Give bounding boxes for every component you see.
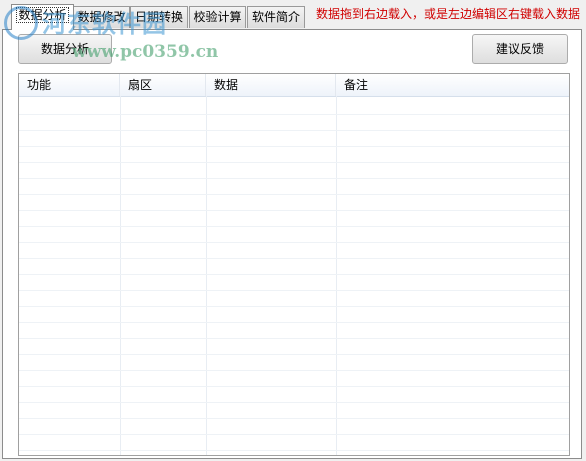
row-gridline bbox=[19, 386, 569, 387]
row-gridline bbox=[19, 322, 569, 323]
tab-data-modify[interactable]: 数据修改 bbox=[73, 6, 130, 28]
tab-checksum-calc[interactable]: 校验计算 bbox=[189, 6, 246, 28]
row-gridline bbox=[19, 418, 569, 419]
table-header: 功能 扇区 数据 备注 bbox=[19, 74, 569, 97]
row-gridline bbox=[19, 130, 569, 131]
tab-label: 校验计算 bbox=[193, 10, 242, 24]
column-header-data[interactable]: 数据 bbox=[206, 74, 336, 96]
row-gridline bbox=[19, 338, 569, 339]
column-header-sector[interactable]: 扇区 bbox=[120, 74, 206, 96]
row-gridline bbox=[19, 306, 569, 307]
row-gridline bbox=[19, 450, 569, 451]
row-gridline bbox=[19, 178, 569, 179]
row-gridline bbox=[19, 434, 569, 435]
analyze-button[interactable]: 数据分析 bbox=[18, 34, 112, 64]
row-gridline bbox=[19, 146, 569, 147]
row-gridline bbox=[19, 402, 569, 403]
row-gridline bbox=[19, 114, 569, 115]
tab-label: 软件简介 bbox=[251, 10, 300, 24]
load-hint-text: 数据拖到右边载入，或是左边编辑区右键载入数据 bbox=[316, 7, 581, 21]
row-gridline bbox=[19, 226, 569, 227]
row-gridline bbox=[19, 290, 569, 291]
tab-software-about[interactable]: 软件简介 bbox=[247, 6, 305, 28]
row-gridline bbox=[19, 370, 569, 371]
tab-strip: 数据分析 数据修改 日期转换 校验计算 软件简介 数据拖到右边载入，或是左边编辑… bbox=[0, 0, 586, 30]
row-gridline bbox=[19, 162, 569, 163]
row-gridline bbox=[19, 194, 569, 195]
results-table[interactable]: 功能 扇区 数据 备注 bbox=[18, 73, 570, 456]
row-gridline bbox=[19, 210, 569, 211]
row-gridline bbox=[19, 274, 569, 275]
row-gridline bbox=[19, 242, 569, 243]
row-gridline bbox=[19, 258, 569, 259]
feedback-button[interactable]: 建议反馈 bbox=[472, 34, 568, 64]
tab-label: 数据修改 bbox=[77, 10, 126, 24]
tab-data-analysis[interactable]: 数据分析 bbox=[11, 4, 74, 30]
row-gridline bbox=[19, 354, 569, 355]
column-header-function[interactable]: 功能 bbox=[19, 74, 120, 96]
column-header-remark[interactable]: 备注 bbox=[336, 74, 569, 96]
tab-label: 数据分析 bbox=[16, 7, 69, 23]
tab-label: 日期转换 bbox=[134, 10, 183, 24]
tab-date-convert[interactable]: 日期转换 bbox=[130, 6, 188, 28]
